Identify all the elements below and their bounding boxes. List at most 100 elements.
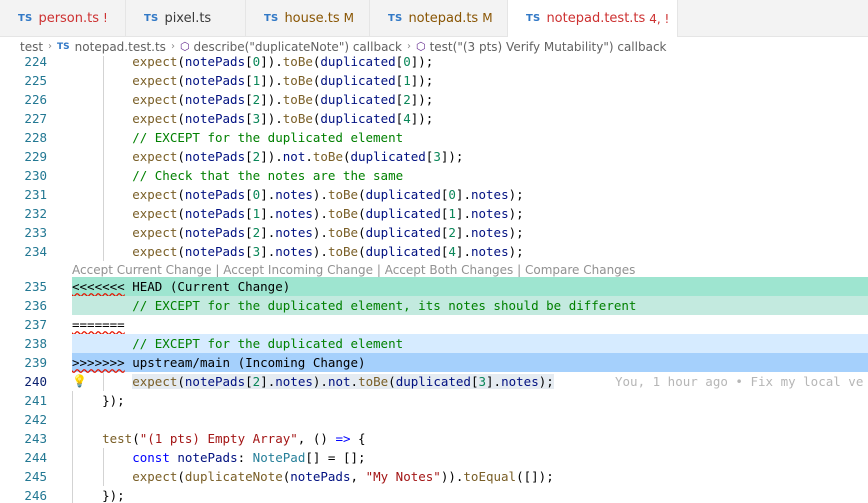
line-number: 227 [24, 111, 47, 126]
chevron-right-icon: › [406, 41, 411, 52]
line-number: 226 [24, 92, 47, 107]
tab-status-badge: M [343, 11, 355, 25]
line-number: 225 [24, 73, 47, 88]
breadcrumb: test › TS notepad.test.ts › ⬡ describe("… [0, 37, 868, 56]
code-line: 241 }); [0, 391, 868, 410]
line-text: }); [72, 393, 125, 408]
code-line: 234 expect(notePads[3].notes).toBe(dupli… [0, 242, 868, 261]
code-line: 244 const notePads: NotePad[] = []; [0, 448, 868, 467]
code-line: 242 [0, 410, 868, 429]
line-text: expect(duplicateNote(notePads, "My Notes… [132, 469, 554, 484]
line-text: expect(notePads[2].notes).toBe(duplicate… [132, 225, 524, 240]
tab-label: notepad.test.ts [546, 11, 646, 26]
method-cube-icon: ⬡ [179, 40, 190, 53]
chevron-right-icon: › [48, 41, 53, 52]
line-text: expect(notePads[2]).toBe(duplicated[2]); [132, 92, 434, 107]
chevron-right-icon: › [170, 41, 175, 52]
line-text: const notePads: NotePad[] = []; [132, 450, 366, 465]
line-text: ======= [72, 317, 125, 332]
merge-current-body: 236 // EXCEPT for the duplicated element… [0, 296, 868, 315]
line-text: expect(notePads[0].notes).toBe(duplicate… [132, 187, 524, 202]
line-number: 243 [24, 431, 47, 446]
line-number: 224 [24, 56, 47, 69]
tab-notepad-ts[interactable]: TS notepad.ts M [370, 0, 508, 36]
tab-notepad-test-ts[interactable]: TS notepad.test.ts 4, ! ✕ [508, 0, 678, 37]
breadcrumb-symbol-describe[interactable]: describe("duplicateNote") callback [194, 40, 402, 54]
tab-pixel-ts[interactable]: TS pixel.ts [126, 0, 246, 36]
line-text: // EXCEPT for the duplicated element [72, 336, 404, 351]
line-text: >>>>>>> upstream/main (Incoming Change) [72, 355, 366, 370]
tab-label: pixel.ts [164, 10, 212, 26]
close-icon[interactable]: ✕ [677, 11, 678, 26]
code-line: 227 expect(notePads[3]).toBe(duplicated[… [0, 109, 868, 128]
tab-label: notepad.ts [408, 10, 479, 26]
line-text: test("(1 pts) Empty Array", () => { [102, 431, 366, 446]
typescript-icon: TS [264, 12, 279, 24]
line-number: 237 [24, 317, 47, 332]
typescript-icon: TS [18, 12, 33, 24]
merge-separator: 237 ======= [0, 315, 868, 334]
line-number: 234 [24, 244, 47, 259]
line-text: expect(notePads[2]).not.toBe(duplicated[… [132, 149, 464, 164]
typescript-icon: TS [57, 41, 70, 52]
breadcrumb-folder[interactable]: test [20, 40, 43, 54]
line-text: // EXCEPT for the duplicated element [72, 130, 404, 145]
line-text: expect(notePads[1].notes).toBe(duplicate… [132, 206, 524, 221]
line-number: 236 [24, 298, 47, 313]
line-text: // EXCEPT for the duplicated element, it… [72, 298, 637, 313]
line-number: 228 [24, 130, 47, 145]
breadcrumb-file[interactable]: notepad.test.ts [75, 40, 166, 54]
editor-tab-bar: TS person.ts ! TS pixel.ts TS house.ts M… [0, 0, 868, 37]
typescript-icon: TS [388, 12, 403, 24]
typescript-icon: TS [526, 13, 541, 24]
typescript-icon: TS [144, 12, 159, 24]
code-line: 228 // EXCEPT for the duplicated element [0, 128, 868, 147]
tab-label: house.ts [284, 10, 340, 26]
code-line: 231 expect(notePads[0].notes).toBe(dupli… [0, 185, 868, 204]
code-line: 225 expect(notePads[1]).toBe(duplicated[… [0, 71, 868, 90]
line-text: expect(notePads[2].notes).not.toBe(dupli… [132, 374, 554, 389]
code-line: 226 expect(notePads[2]).toBe(duplicated[… [0, 90, 868, 109]
line-text: expect(notePads[3]).toBe(duplicated[4]); [132, 111, 434, 126]
code-line: 246 }); [0, 486, 868, 503]
line-text: expect(notePads[1]).toBe(duplicated[1]); [132, 73, 434, 88]
code-line: 245 expect(duplicateNote(notePads, "My N… [0, 467, 868, 486]
accept-incoming-change-link[interactable]: Accept Incoming Change [223, 263, 373, 277]
line-number: 242 [24, 412, 47, 427]
line-number: 235 [24, 279, 47, 294]
line-text: expect(notePads[0]).toBe(duplicated[0]); [132, 56, 434, 69]
line-number: 233 [24, 225, 47, 240]
line-number: 230 [24, 168, 47, 183]
merge-incoming-header: 239 >>>>>>> upstream/main (Incoming Chan… [0, 353, 868, 372]
line-number: 238 [24, 336, 47, 351]
code-line: 233 expect(notePads[2].notes).toBe(dupli… [0, 223, 868, 242]
code-line: 232 expect(notePads[1].notes).toBe(dupli… [0, 204, 868, 223]
code-editor[interactable]: 224 expect(notePads[0]).toBe(duplicated[… [0, 56, 868, 503]
code-line: 230 // Check that the notes are the same [0, 166, 868, 185]
tab-person-ts[interactable]: TS person.ts ! [0, 0, 126, 36]
code-line: 229 expect(notePads[2]).not.toBe(duplica… [0, 147, 868, 166]
tab-house-ts[interactable]: TS house.ts M [246, 0, 370, 36]
line-number: 229 [24, 149, 47, 164]
line-number: 239 [24, 355, 47, 370]
line-number: 241 [24, 393, 47, 408]
line-text: // Check that the notes are the same [72, 168, 404, 183]
line-number: 231 [24, 187, 47, 202]
line-number: 246 [24, 488, 47, 503]
accept-current-change-link[interactable]: Accept Current Change [72, 263, 212, 277]
breadcrumb-symbol-test[interactable]: test("(3 pts) Verify Mutability") callba… [430, 40, 667, 54]
line-number: 240 [24, 374, 47, 389]
tab-status-badge: ! [103, 11, 108, 25]
compare-changes-link[interactable]: Compare Changes [525, 263, 635, 277]
git-blame-annotation: You, 1 hour ago • Fix my local ve [615, 374, 864, 389]
accept-both-changes-link[interactable]: Accept Both Changes [385, 263, 514, 277]
tab-label: person.ts [38, 10, 100, 26]
merge-current-header: 235 <<<<<<< HEAD (Current Change) [0, 277, 868, 296]
method-cube-icon: ⬡ [415, 40, 426, 53]
merge-incoming-body: 238 // EXCEPT for the duplicated element [0, 334, 868, 353]
code-line-current: 240 💡 expect(notePads[2].notes).not.toBe… [0, 372, 868, 391]
line-number: 232 [24, 206, 47, 221]
line-number: 244 [24, 450, 47, 465]
line-number: 245 [24, 469, 47, 484]
tab-status-badge: 4, ! [649, 11, 670, 26]
